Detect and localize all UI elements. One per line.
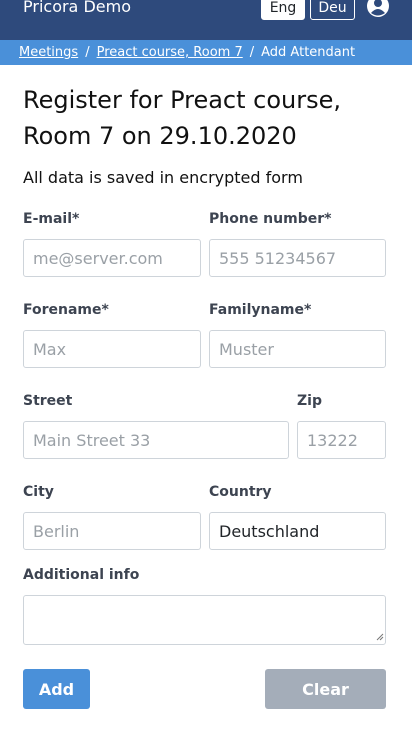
country-field[interactable]	[209, 512, 386, 550]
top-navbar: Pricora Demo Eng Deu	[0, 0, 412, 40]
additional-info-textarea[interactable]	[23, 595, 386, 645]
breadcrumb-separator: /	[85, 45, 90, 60]
clear-button[interactable]: Clear	[265, 669, 386, 709]
add-button[interactable]: Add	[23, 669, 90, 709]
breadcrumb-current: Add Attendant	[261, 45, 356, 60]
page-subtitle: All data is saved in encrypted form	[23, 168, 303, 187]
forename-field[interactable]	[23, 330, 201, 368]
phone-field[interactable]	[209, 239, 386, 277]
breadcrumb-separator: /	[249, 45, 255, 60]
email-field[interactable]	[23, 239, 201, 277]
country-label: Country	[209, 484, 272, 500]
language-deu-button[interactable]: Deu	[310, 0, 355, 20]
brand-name[interactable]: Pricora Demo	[23, 0, 131, 18]
phone-label: Phone number*	[209, 211, 332, 227]
resize-handle-icon[interactable]	[376, 633, 384, 641]
zip-field[interactable]	[297, 421, 386, 459]
forename-label: Forename*	[23, 302, 109, 318]
additional-info-label: Additional info	[23, 567, 140, 583]
city-field[interactable]	[23, 512, 201, 550]
breadcrumb-meetings-link[interactable]: Meetings	[19, 45, 78, 60]
language-eng-button[interactable]: Eng	[261, 0, 305, 20]
street-label: Street	[23, 393, 73, 409]
user-circle-icon[interactable]	[366, 0, 390, 18]
breadcrumb: Meetings / Preact course, Room 7 / Add Atten…	[0, 40, 412, 65]
breadcrumb-course-link[interactable]: Preact course, Room 7	[97, 45, 243, 60]
familyname-field[interactable]	[209, 330, 386, 368]
familyname-label: Familyname*	[209, 302, 312, 318]
zip-label: Zip	[297, 393, 322, 409]
city-label: City	[23, 484, 54, 500]
email-label: E-mail*	[23, 211, 80, 227]
page-title: Register for Preact course, Room 7 on 29…	[23, 86, 342, 150]
street-field[interactable]	[23, 421, 289, 459]
